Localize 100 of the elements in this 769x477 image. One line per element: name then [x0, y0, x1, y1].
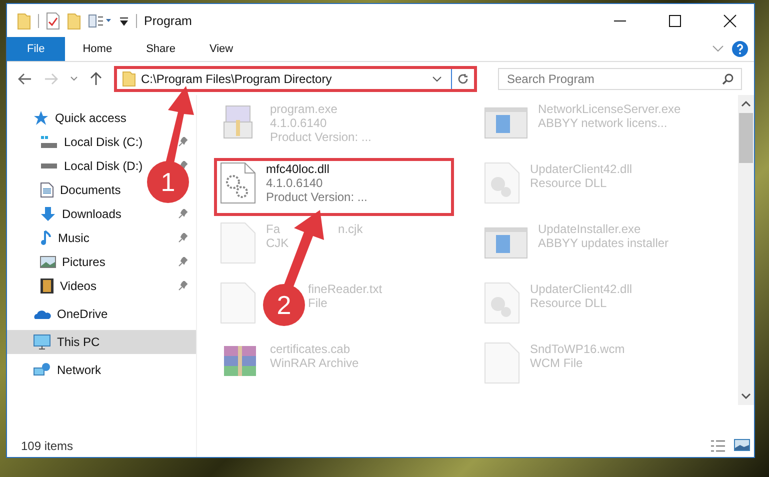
resource-file-icon	[484, 162, 520, 204]
maximize-icon[interactable]	[668, 14, 682, 28]
sidebar-label: This PC	[57, 335, 100, 349]
file-detail: Product Version: ...	[270, 130, 372, 144]
document-icon	[40, 182, 54, 198]
folder-icon	[122, 70, 136, 86]
gear-file-icon	[220, 162, 256, 204]
scroll-up-icon[interactable]	[741, 101, 751, 107]
file-detail: 4.1.0.6140	[270, 116, 328, 130]
sidebar-label: Quick access	[55, 111, 126, 125]
pin-icon[interactable]	[178, 209, 188, 219]
recent-caret-icon[interactable]	[70, 76, 78, 82]
search-field[interactable]: Search Program	[498, 68, 742, 90]
expand-ribbon-icon[interactable]	[712, 45, 724, 53]
file-detail: CJK	[266, 236, 290, 250]
address-path: C:\Program Files\Program Directory	[141, 72, 333, 86]
sidebar-label: Local Disk (C:)	[64, 135, 143, 149]
file-name: Fa	[266, 222, 280, 236]
file-name: UpdaterClient42.dll	[530, 162, 632, 176]
sidebar-label: OneDrive	[57, 307, 108, 321]
sidebar-item[interactable]: Music	[7, 226, 94, 250]
sidebar-label: Network	[57, 363, 102, 377]
window-title: Program	[144, 14, 192, 28]
resource-file-icon	[484, 282, 520, 324]
pin-icon[interactable]	[178, 233, 188, 243]
file-detail: WinRAR Archive	[270, 356, 359, 370]
network-icon	[33, 362, 51, 378]
file-detail: WCM File	[530, 356, 584, 370]
scroll-down-icon[interactable]	[741, 393, 751, 399]
up-arrow-icon[interactable]	[90, 72, 102, 86]
callout-number: 2	[276, 292, 292, 318]
film-icon	[40, 278, 54, 294]
file-detail: File	[308, 296, 328, 310]
file-detail: ABBYY updates installer	[538, 236, 669, 250]
drive-icon	[40, 163, 58, 169]
file-name: n.cjk	[338, 222, 363, 236]
sidebar-item[interactable]: Network	[7, 358, 196, 382]
refresh-icon[interactable]	[457, 72, 469, 84]
sidebar-item[interactable]: Pictures	[7, 250, 110, 274]
music-note-icon	[40, 230, 52, 246]
blank-file-icon	[220, 282, 256, 324]
item-count: 109 items	[20, 439, 74, 455]
folder-icon	[17, 12, 31, 30]
file-name: SndToWP16.wcm	[530, 342, 625, 356]
file-detail: ABBYY network licens...	[538, 116, 668, 130]
file-detail: 4.1.0.6140	[266, 176, 324, 190]
sidebar-item[interactable]: Downloads	[7, 202, 126, 226]
checklist-icon[interactable]	[46, 12, 60, 30]
scrollbar[interactable]	[738, 95, 754, 405]
address-bar[interactable]: C:\Program Files\Program Directory	[114, 66, 477, 92]
file-item[interactable]: mfc40loc.dll 4.1.0.6140 Product Version: ...	[214, 158, 454, 216]
sidebar-item[interactable]: Local Disk (D:)	[7, 154, 147, 178]
sidebar-label: Local Disk (D:)	[64, 159, 143, 173]
pin-icon[interactable]	[178, 161, 188, 171]
sidebar-item[interactable]: This PC	[7, 330, 196, 354]
file-name: certificates.cab	[270, 342, 350, 356]
file-name: fineReader.txt	[308, 282, 382, 296]
large-icons-view-icon[interactable]	[734, 439, 750, 451]
sidebar-label: Pictures	[62, 255, 106, 269]
file-detail: Product Version: ...	[266, 190, 368, 204]
sidebar-item[interactable]: Quick access	[7, 106, 196, 130]
sidebar-label: Videos	[60, 279, 96, 293]
properties-icon[interactable]	[88, 12, 112, 28]
file-name: NetworkLicenseServer.exe	[538, 102, 681, 116]
callout-circle	[263, 284, 305, 326]
download-arrow-icon	[40, 206, 56, 222]
pin-icon[interactable]	[178, 281, 188, 291]
callout-circle	[147, 161, 189, 203]
file-detail: Resource DLL	[530, 296, 608, 310]
pin-icon[interactable]	[178, 137, 188, 147]
sidebar-item[interactable]: OneDrive	[7, 302, 196, 326]
scrollbar-thumb[interactable]	[739, 113, 753, 163]
sidebar-item[interactable]: Videos	[7, 274, 100, 298]
blank-file-icon	[220, 222, 256, 264]
sidebar-item[interactable]: Local Disk (C:)	[7, 130, 147, 154]
star-icon	[33, 110, 49, 126]
file-name: UpdateInstaller.exe	[538, 222, 641, 236]
file-detail: Resource DLL	[530, 176, 608, 190]
file-name: UpdaterClient42.dll	[530, 282, 632, 296]
file-name: program.exe	[270, 102, 338, 116]
close-icon[interactable]	[723, 14, 737, 28]
drive-icon	[40, 135, 58, 149]
blank-file-icon	[484, 342, 520, 384]
pin-icon[interactable]	[178, 257, 188, 267]
details-view-icon[interactable]	[710, 439, 726, 453]
cloud-icon	[33, 308, 51, 320]
sidebar-label: Documents	[60, 183, 121, 197]
dropdown-caret-icon[interactable]	[432, 76, 442, 82]
file-name: mfc40loc.dll	[266, 162, 330, 176]
search-icon	[722, 72, 734, 84]
picture-icon	[40, 256, 56, 268]
sidebar-label: Music	[58, 231, 90, 245]
sidebar-item[interactable]: Documents	[7, 178, 125, 202]
sidebar-label: Downloads	[62, 207, 122, 221]
customize-caret-icon[interactable]	[119, 16, 129, 26]
monitor-icon	[33, 334, 51, 350]
ribbon-tab[interactable]: File	[7, 37, 65, 61]
callout-number: 1	[160, 169, 176, 195]
back-arrow-icon[interactable]	[18, 72, 32, 84]
help-icon[interactable]	[732, 41, 748, 57]
